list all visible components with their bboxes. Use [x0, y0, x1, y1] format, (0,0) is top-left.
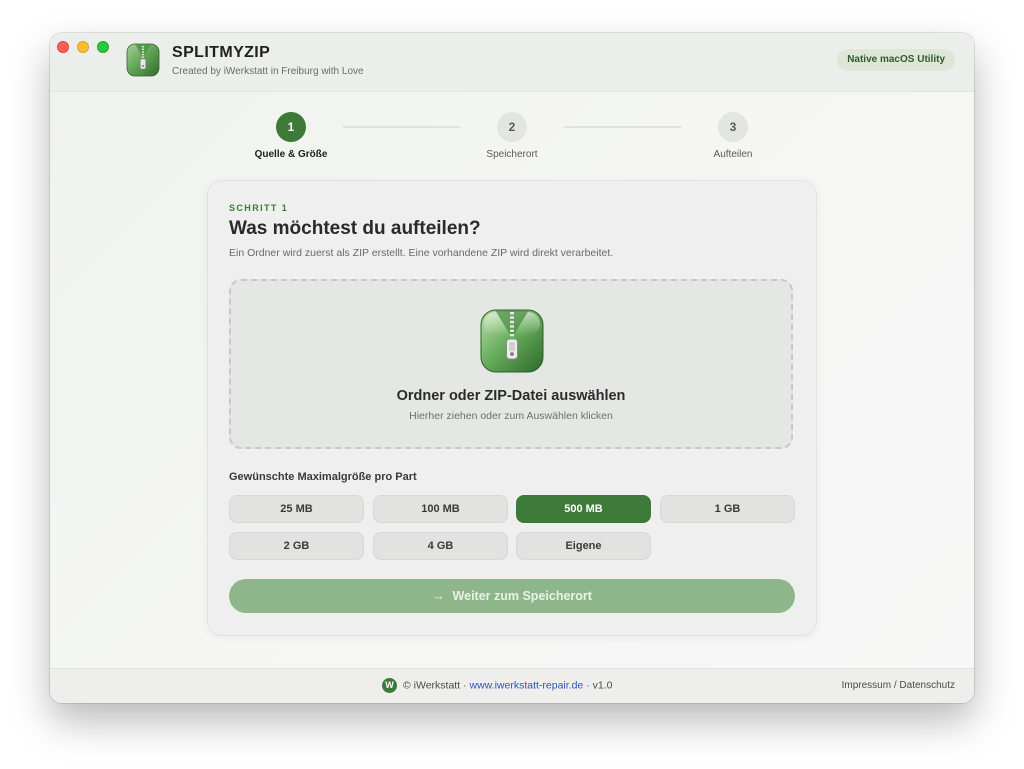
dropzone-title: Ordner oder ZIP-Datei auswählen [396, 388, 626, 404]
size-option-1gb[interactable]: 1 GB [660, 495, 795, 523]
app-subtitle: Created by iWerkstatt in Freiburg with L… [172, 66, 364, 77]
step-2-circle: 2 [497, 112, 527, 142]
size-option-500mb[interactable]: 500 MB [516, 495, 651, 523]
continue-button[interactable]: → Weiter zum Speicherort [229, 579, 795, 613]
size-option-custom[interactable]: Eigene [516, 532, 651, 560]
step-1-circle: 1 [276, 112, 306, 142]
size-label: Gewünschte Maximalgröße pro Part [229, 471, 417, 483]
step-3-label: Aufteilen [713, 149, 753, 160]
step-3-circle: 3 [718, 112, 748, 142]
minimize-window-button[interactable] [77, 41, 89, 53]
footer-credits: W © iWerkstatt · www.iwerkstatt-repair.de… [382, 678, 612, 693]
step-kicker: SCHRITT 1 [229, 203, 289, 213]
size-option-25mb[interactable]: 25 MB [229, 495, 364, 523]
footer: W © iWerkstatt · www.iwerkstatt-repair.de… [50, 668, 974, 703]
file-drop-zone[interactable]: Ordner oder ZIP-Datei auswählen Hierher … [229, 279, 793, 449]
website-link[interactable]: www.iwerkstatt-repair.de [469, 679, 583, 691]
app-title: SPLITMYZIP [172, 44, 271, 61]
footer-copyright: © iWerkstatt · [403, 679, 467, 692]
step-card: SCHRITT 1 Was möchtest du aufteilen? Ein… [208, 181, 816, 635]
size-option-100mb[interactable]: 100 MB [373, 495, 508, 523]
legal-link[interactable]: Impressum / Datenschutz [842, 680, 955, 691]
app-window: SPLITMYZIP Created by iWerkstatt in Frei… [50, 33, 974, 703]
iwerkstatt-logo-icon: W [382, 678, 397, 693]
native-badge: Native macOS Utility [837, 49, 955, 71]
close-window-button[interactable] [57, 41, 69, 53]
title-bar: SPLITMYZIP Created by iWerkstatt in Frei… [50, 33, 974, 92]
size-option-2gb[interactable]: 2 GB [229, 532, 364, 560]
step-2-label: Speicherort [486, 149, 538, 160]
continue-label: Weiter zum Speicherort [452, 589, 592, 603]
footer-version: · v1.0 [586, 679, 613, 692]
step-connector [564, 126, 681, 128]
size-option-4gb[interactable]: 4 GB [373, 532, 508, 560]
step-1-label: Quelle & Größe [254, 149, 328, 160]
card-title: Was möchtest du aufteilen? [229, 218, 481, 239]
dropzone-hint: Hierher ziehen oder zum Auswählen klicke… [409, 410, 613, 422]
zoom-window-button[interactable] [97, 41, 109, 53]
step-connector [343, 126, 460, 128]
arrow-right-icon: → [432, 589, 445, 603]
zip-archive-icon [480, 309, 544, 373]
card-description: Ein Ordner wird zuerst als ZIP erstellt.… [229, 247, 614, 259]
app-zip-icon [126, 43, 160, 77]
